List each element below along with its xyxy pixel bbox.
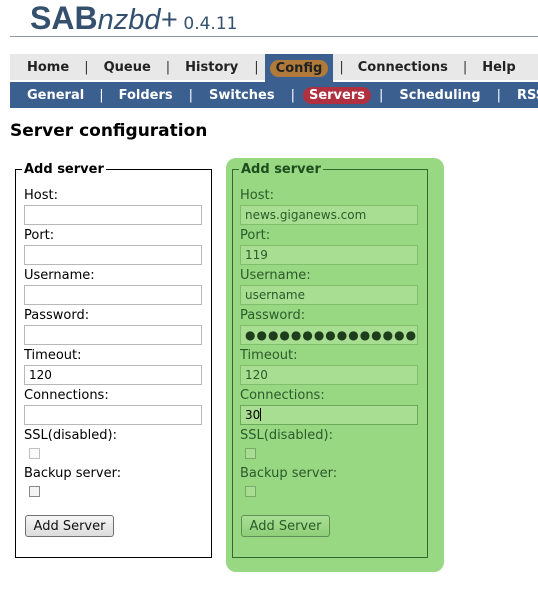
host-label: Host: [240, 188, 274, 203]
nav-history[interactable]: History [185, 60, 238, 75]
logo-sab: SAB [30, 0, 98, 36]
port-input[interactable]: 119 [240, 245, 418, 265]
nav-separator: | [165, 59, 171, 75]
nav-separator: | [339, 59, 344, 75]
subnav-separator: | [99, 87, 104, 103]
username-input[interactable]: username [240, 285, 418, 305]
backup-server-checkbox[interactable] [245, 486, 256, 497]
subnav-separator: | [290, 87, 295, 103]
ssl-label: SSL(disabled): [240, 428, 333, 443]
text-cursor [260, 408, 262, 421]
form-legend: Add server [24, 162, 104, 177]
nav-config[interactable]: Config [269, 59, 329, 77]
password-input[interactable] [24, 325, 202, 345]
port-input[interactable] [24, 245, 202, 265]
host-input[interactable] [24, 205, 202, 225]
ssl-checkbox [29, 448, 40, 459]
subnav-separator: | [188, 87, 193, 103]
username-label: Username: [240, 268, 311, 283]
timeout-input[interactable]: 120 [240, 365, 418, 385]
subnav-general[interactable]: General [27, 88, 84, 103]
username-input[interactable] [24, 285, 202, 305]
app-version: 0.4.11 [183, 14, 238, 34]
nav-config-tab[interactable]: Config [264, 54, 334, 82]
nav-help[interactable]: Help [482, 60, 515, 75]
port-label: Port: [240, 228, 271, 243]
backup-server-label: Backup server: [24, 466, 122, 481]
connections-input[interactable]: 30 [240, 405, 418, 425]
nav-separator: | [84, 59, 89, 75]
nav-separator: | [462, 59, 468, 75]
subnav-switches[interactable]: Switches [209, 88, 275, 103]
logo-nzbd: nzbd+ [97, 4, 178, 36]
password-label: Password: [240, 308, 306, 323]
subnav-separator: | [496, 87, 501, 103]
header-divider [10, 36, 538, 37]
nav-connections[interactable]: Connections [358, 60, 448, 75]
nav-home[interactable]: Home [27, 60, 69, 75]
timeout-label: Timeout: [24, 348, 82, 363]
secondary-nav: General | Folders | Switches | Servers |… [10, 82, 538, 108]
nav-queue[interactable]: Queue [104, 60, 151, 75]
backup-server-label: Backup server: [240, 466, 338, 481]
connections-label: Connections: [24, 388, 109, 403]
timeout-label: Timeout: [240, 348, 298, 363]
ssl-label: SSL(disabled): [24, 428, 117, 443]
add-server-button[interactable]: Add Server [241, 515, 330, 537]
subnav-separator: | [378, 87, 384, 103]
subnav-scheduling[interactable]: Scheduling [399, 88, 480, 103]
port-label: Port: [24, 228, 55, 243]
backup-server-checkbox[interactable] [29, 486, 40, 497]
host-label: Host: [24, 188, 58, 203]
subnav-rss[interactable]: RSS [517, 88, 538, 103]
connections-input[interactable] [24, 405, 202, 425]
nav-separator: | [254, 59, 259, 75]
form-legend: Add server [241, 162, 321, 177]
app-logo: SABnzbd+ 0.4.11 [30, 0, 237, 36]
primary-nav: Home | Queue | History | Config | Connec… [10, 54, 538, 82]
subnav-folders[interactable]: Folders [119, 88, 173, 103]
page-title: Server configuration [10, 121, 208, 141]
subnav-servers[interactable]: Servers [302, 86, 371, 104]
add-server-button[interactable]: Add Server [25, 515, 114, 537]
highlighted-form-panel: Add server Host: news.giganews.com Port:… [226, 158, 444, 572]
password-input[interactable]: ●●●●●●●●●●●●●●●●●● [240, 325, 418, 345]
connections-label: Connections: [240, 388, 325, 403]
connections-value: 30 [245, 408, 261, 422]
password-mask: ●●●●●●●●●●●●●●●●●● [245, 328, 418, 342]
ssl-checkbox [245, 448, 256, 459]
password-label: Password: [24, 308, 90, 323]
timeout-input[interactable]: 120 [24, 365, 202, 385]
host-input[interactable]: news.giganews.com [240, 205, 418, 225]
username-label: Username: [24, 268, 95, 283]
